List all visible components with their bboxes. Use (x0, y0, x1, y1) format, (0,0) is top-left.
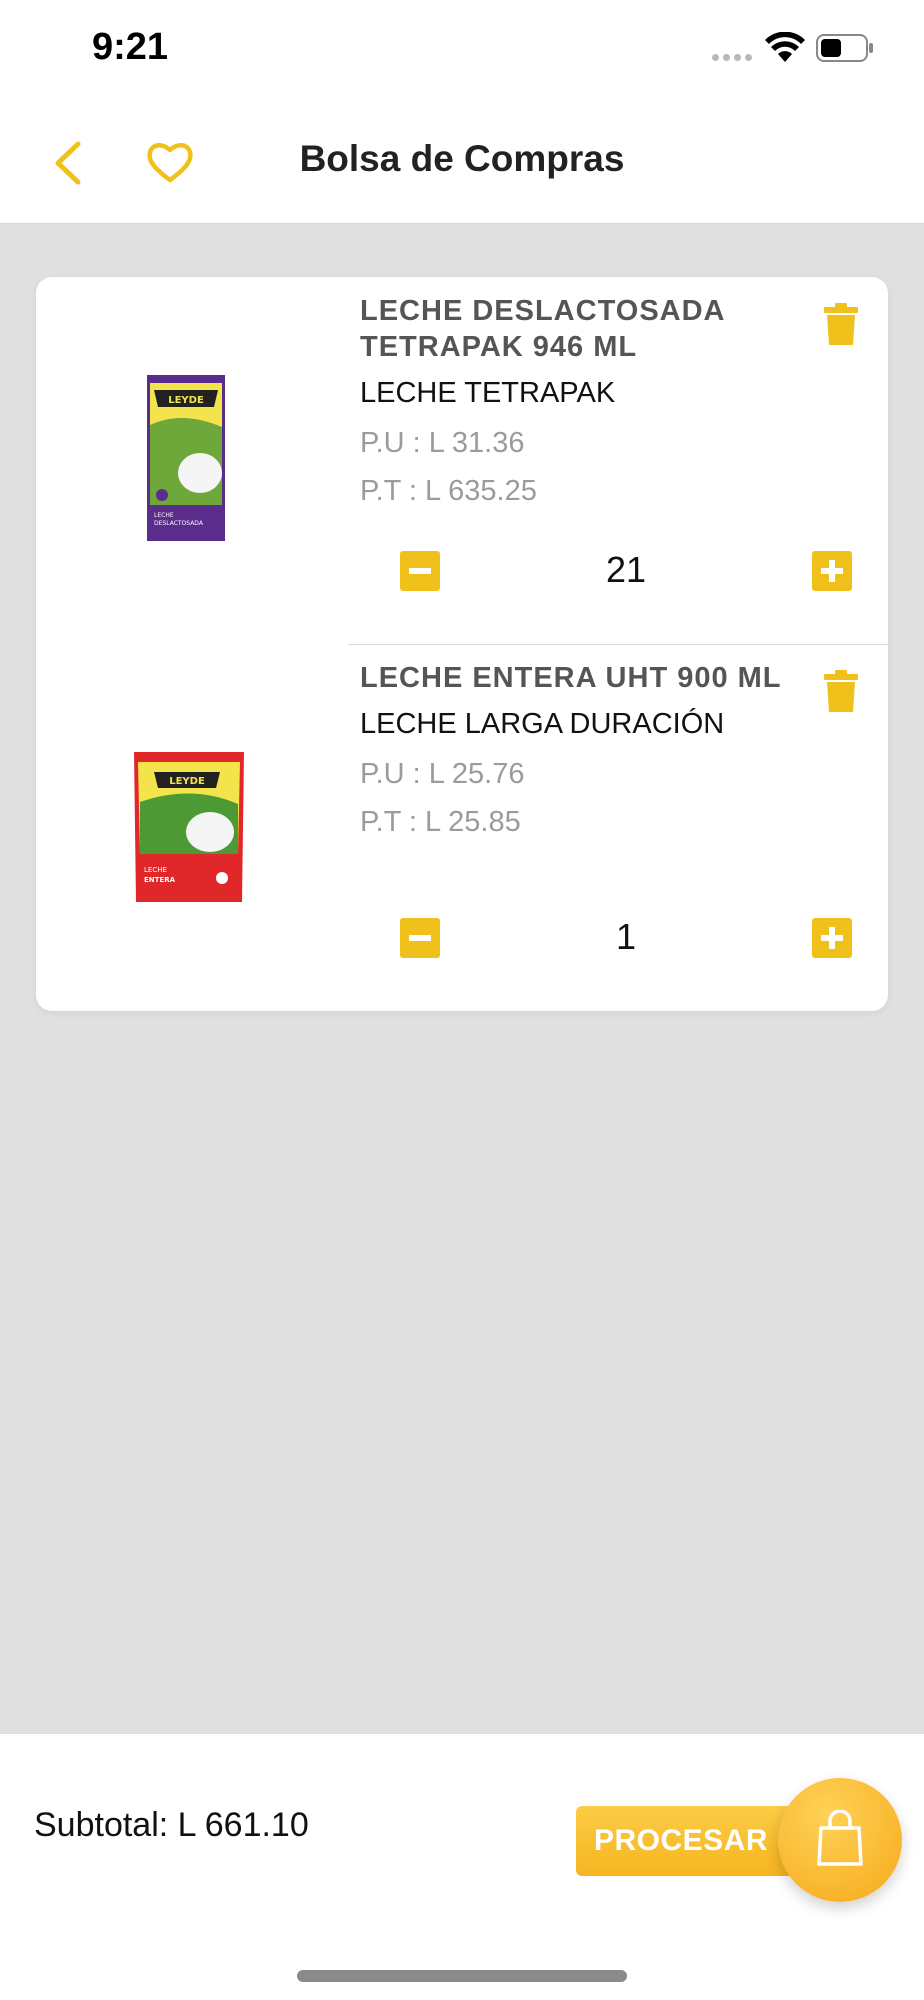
process-button-label: PROCESAR (594, 1824, 769, 1857)
minus-icon (409, 935, 431, 941)
cart-list: LEYDE LECHE DESLACTOSADA LECHE DESLACTOS… (36, 277, 888, 1011)
product-category: LECHE TETRAPAK (360, 377, 616, 409)
home-indicator[interactable] (297, 1970, 627, 1982)
product-image: LEYDE LECHE ENTERA (134, 752, 244, 902)
item-divider (348, 644, 888, 645)
cart-item: LEYDE LECHE DESLACTOSADA LECHE DESLACTOS… (36, 277, 888, 644)
total-price: P.T : L 25.85 (360, 806, 521, 838)
page-title: Bolsa de Compras (299, 138, 625, 179)
quantity-stepper: 21 (400, 549, 852, 595)
cellular-signal-icon (712, 54, 752, 61)
svg-text:LECHE: LECHE (144, 866, 167, 874)
subtotal: Subtotal: L 661.10 (34, 1806, 309, 1844)
decrease-quantity-button[interactable] (400, 551, 440, 591)
minus-icon (409, 568, 431, 574)
decrease-quantity-button[interactable] (400, 918, 440, 958)
shopping-bag-icon (817, 1810, 863, 1866)
svg-text:DESLACTOSADA: DESLACTOSADA (154, 520, 204, 527)
wifi-icon (765, 32, 805, 62)
quantity-stepper: 1 (400, 916, 852, 962)
checkout-bag-button[interactable] (778, 1778, 902, 1902)
plus-icon (821, 927, 843, 949)
checkout-bar: Subtotal: L 661.10 PROCESAR (0, 1734, 924, 2000)
product-info: LECHE DESLACTOSADA TETRAPAK 946 ML LECHE… (360, 293, 820, 509)
increase-quantity-button[interactable] (812, 918, 852, 958)
increase-quantity-button[interactable] (812, 551, 852, 591)
trash-icon[interactable] (824, 670, 858, 712)
product-info: LECHE ENTERA UHT 900 ML LECHE LARGA DURA… (360, 660, 820, 840)
nav-bar: Bolsa de Compras (0, 100, 924, 224)
svg-text:ENTERA: ENTERA (144, 876, 176, 884)
plus-icon (821, 560, 843, 582)
unit-price: P.U : L 31.36 (360, 427, 525, 459)
product-category: LECHE LARGA DURACIÓN (360, 708, 725, 740)
trash-icon[interactable] (824, 303, 858, 345)
quantity-value: 21 (605, 549, 647, 590)
unit-price: P.U : L 25.76 (360, 758, 525, 790)
total-price: P.T : L 635.25 (360, 475, 537, 507)
svg-text:LEYDE: LEYDE (169, 776, 205, 787)
product-name: LECHE ENTERA UHT 900 ML (360, 662, 782, 694)
svg-text:LEYDE: LEYDE (168, 395, 204, 406)
status-bar: 9:21 (0, 0, 924, 100)
quantity-value: 1 (615, 916, 637, 957)
cart-item: LEYDE LECHE ENTERA LECHE ENTERA UHT 900 … (36, 644, 888, 1011)
svg-text:LECHE: LECHE (154, 512, 174, 519)
product-name: LECHE DESLACTOSADA TETRAPAK 946 ML (360, 295, 725, 363)
product-image: LEYDE LECHE DESLACTOSADA (147, 375, 225, 541)
status-time: 9:21 (92, 26, 169, 68)
battery-icon (816, 34, 873, 62)
